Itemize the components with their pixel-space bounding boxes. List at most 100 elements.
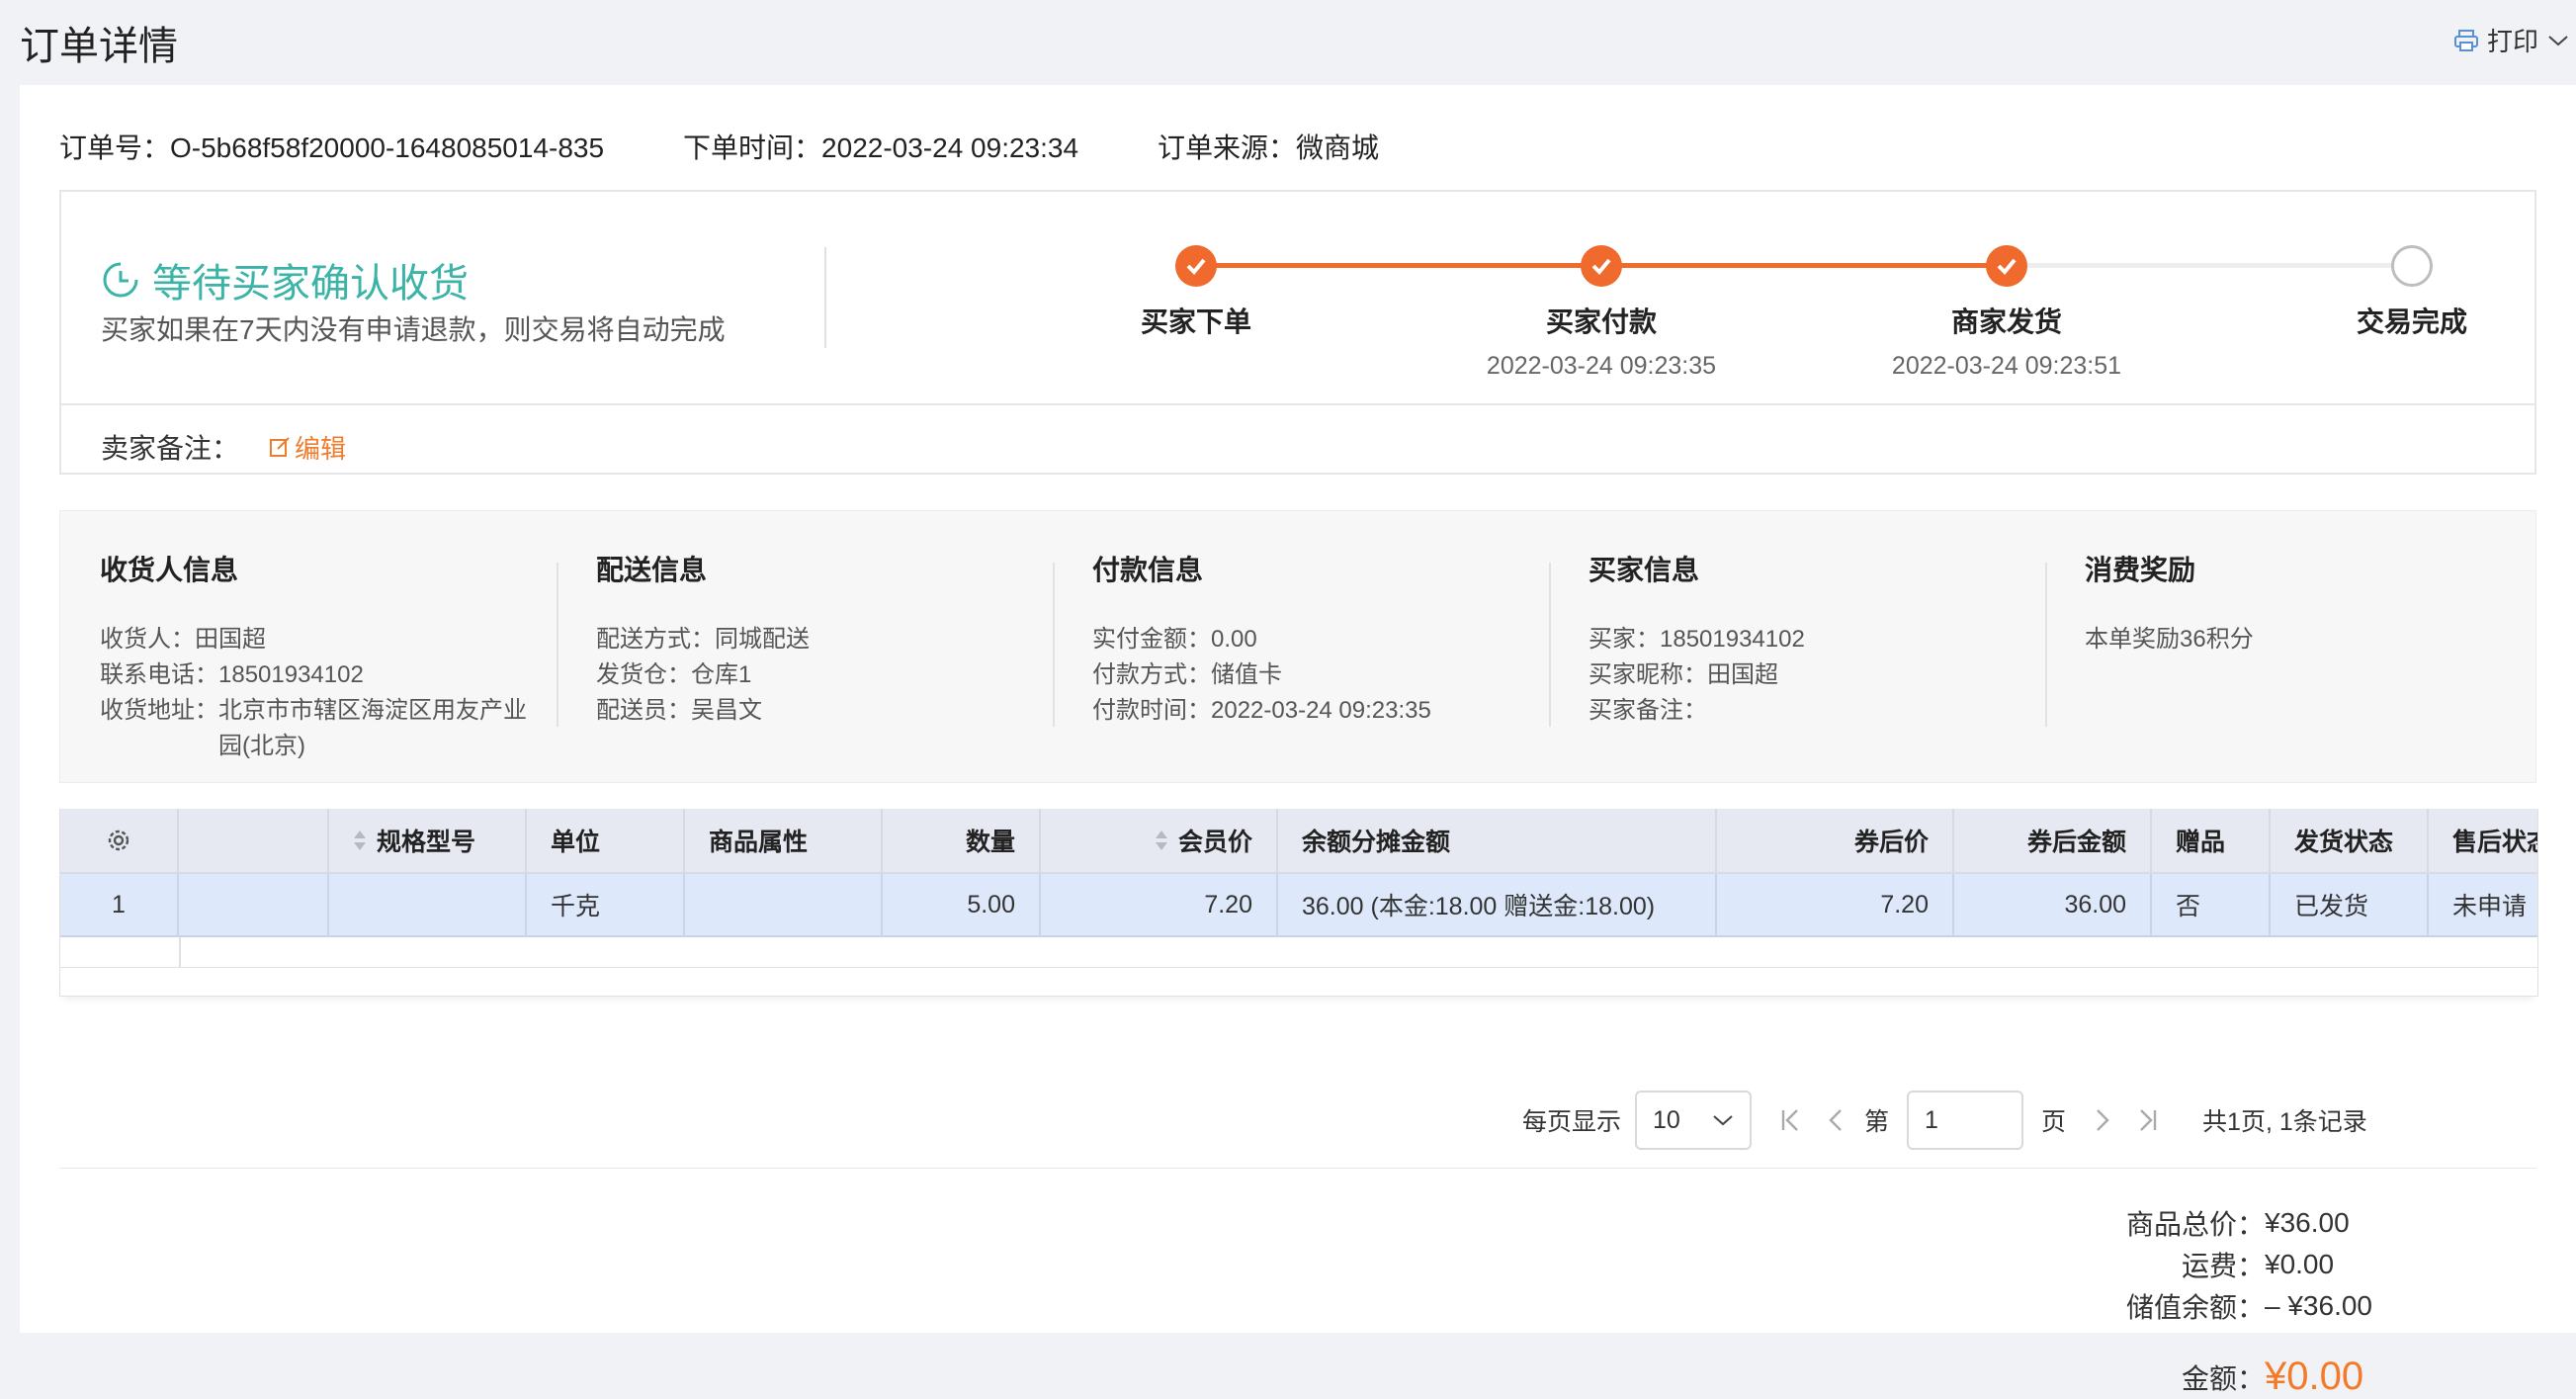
status-description: 买家如果在7天内没有申请退款，则交易将自动完成 — [101, 314, 726, 345]
page-header: 订单详情 打印 — [0, 0, 2576, 85]
cell-after-coupon-amount: 36.00 — [1954, 874, 2152, 935]
payment-info: 付款信息 实付金额： 0.00 付款方式： 储值卡 付款时间： 2022-03-24 … — [1092, 549, 1567, 729]
freight: 运费： ¥0.00 — [2181, 1249, 2335, 1281]
step-paid: 买家付款 2022-03-24 09:23:35 — [1404, 229, 1799, 381]
page-suffix: 页 — [2041, 1108, 2067, 1136]
order-totals: 商品总价： ¥36.00 运费： ¥0.00 储值余额： – ¥36.00 金额： ¥0… — [2126, 1202, 2383, 1399]
pager-nav-next — [2094, 1107, 2159, 1133]
info-divider — [557, 563, 558, 727]
goods-total: 商品总价： ¥36.00 — [2125, 1207, 2350, 1240]
col-after-coupon-amount[interactable]: 券后金额 — [1954, 809, 2152, 872]
status-top: 等待买家确认收货 买家如果在7天内没有申请退款，则交易将自动完成 买家下单 买家… — [61, 192, 2534, 405]
next-page-icon[interactable] — [2094, 1107, 2111, 1133]
cell-blank — [179, 874, 329, 935]
col-unit[interactable]: 单位 — [527, 809, 685, 872]
receiver-info: 收货人信息 收货人： 田国超 联系电话： 18501934102 收货地址： 北京市市… — [100, 549, 535, 764]
empty-circle-icon — [2391, 245, 2433, 287]
step-completed: 交易完成 — [2214, 229, 2576, 340]
clock-icon — [103, 262, 138, 298]
order-detail-panel: 订单号：O-5b68f58f20000-1648085014-835 下单时间：… — [20, 85, 2576, 1398]
last-page-icon[interactable] — [2137, 1107, 2159, 1133]
section-title: 买家信息 — [1589, 555, 1700, 585]
cell-after-coupon-price: 7.20 — [1717, 874, 1954, 935]
pagination: 每页显示 10 第 1 页 共1页, 1条记录 — [1522, 1088, 2367, 1153]
per-page-label: 每页显示 — [1522, 1108, 1622, 1136]
step-label: 商家发货 — [1950, 306, 2062, 337]
final-amount: 金额： ¥0.00 — [2181, 1355, 2364, 1398]
cell-unit: 千克 — [527, 874, 685, 935]
check-icon — [1175, 245, 1217, 287]
remark-label: 卖家备注： — [101, 433, 240, 464]
info-divider — [2045, 563, 2047, 727]
col-balance-split[interactable]: 余额分摊金额 — [1278, 809, 1717, 872]
page-title: 订单详情 — [20, 25, 178, 68]
table-header: 规格型号 单位 商品属性 数量 会员价 余额分摊金额 券后价 券后金额 赠品 发… — [60, 809, 2537, 874]
sort-icon — [354, 831, 366, 850]
order-number: 订单号：O-5b68f58f20000-1648085014-835 — [59, 132, 605, 163]
gear-icon — [108, 830, 129, 851]
cell-member-price: 7.20 — [1041, 874, 1278, 935]
step-label: 买家付款 — [1545, 306, 1657, 337]
info-panel: 收货人信息 收货人： 田国超 联系电话： 18501934102 收货地址： 北京市市… — [59, 510, 2536, 783]
col-gift[interactable]: 赠品 — [2152, 809, 2271, 872]
pager-summary: 共1页, 1条记录 — [2202, 1108, 2367, 1136]
sort-icon — [1155, 831, 1167, 850]
step-label: 买家下单 — [1140, 306, 1251, 337]
print-button[interactable]: 打印 — [2453, 22, 2570, 58]
check-icon — [1581, 245, 1622, 287]
status-title: 等待买家确认收货 — [101, 251, 469, 308]
cell-attr — [685, 874, 883, 935]
cell-after-sale: 未申请 — [2452, 893, 2528, 920]
col-after-sale[interactable]: 售后状态 — [2429, 809, 2537, 872]
settings-column[interactable] — [60, 809, 179, 872]
order-meta: 订单号：O-5b68f58f20000-1648085014-835 下单时间：… — [59, 127, 1379, 166]
step-time: 2022-03-24 09:23:51 — [1891, 352, 2122, 380]
table-row[interactable]: 1 千克 5.00 7.20 36.00 (本金:18.00 赠送金:18.00… — [60, 874, 2537, 937]
section-title: 消费奖励 — [2085, 555, 2196, 585]
table-scroll-area — [60, 968, 2537, 997]
chevron-down-icon — [2548, 35, 2568, 45]
cell-balance-split: 36.00 (本金:18.00 赠送金:18.00) — [1278, 874, 1717, 935]
divider — [59, 1168, 2536, 1169]
per-page-select[interactable]: 10 — [1635, 1091, 1753, 1150]
prev-page-icon[interactable] — [1827, 1107, 1845, 1133]
step-label: 交易完成 — [2356, 306, 2467, 337]
col-spec[interactable]: 规格型号 — [329, 809, 527, 872]
col-blank — [179, 809, 329, 872]
status-divider — [824, 247, 826, 348]
section-title: 付款信息 — [1092, 555, 1204, 585]
pager-nav — [1779, 1107, 1845, 1133]
table-empty-row — [60, 937, 2537, 968]
reward-info: 消费奖励 本单奖励36积分 — [2085, 549, 2559, 657]
print-label: 打印 — [2486, 27, 2538, 56]
cell-gift: 否 — [2152, 874, 2271, 935]
col-member-price[interactable]: 会员价 — [1041, 809, 1278, 872]
info-divider — [1053, 563, 1055, 727]
cell-qty: 5.00 — [883, 874, 1041, 935]
section-title: 收货人信息 — [100, 555, 239, 585]
step-time: 2022-03-24 09:23:35 — [1486, 352, 1717, 380]
order-source: 订单来源：微商城 — [1158, 132, 1380, 163]
col-after-coupon-price[interactable]: 券后价 — [1717, 809, 1954, 872]
order-time: 下单时间：2022-03-24 09:23:34 — [683, 132, 1079, 163]
stored-balance: 储值余额： – ¥36.00 — [2125, 1290, 2372, 1323]
seller-remark: 卖家备注： 编辑 — [101, 427, 346, 467]
edit-remark-button[interactable]: 编辑 — [269, 429, 346, 466]
first-page-icon[interactable] — [1779, 1107, 1801, 1133]
page-prefix: 第 — [1864, 1108, 1890, 1136]
col-ship-status[interactable]: 发货状态 — [2271, 809, 2429, 872]
cell-spec — [329, 874, 527, 935]
col-attr[interactable]: 商品属性 — [685, 809, 883, 872]
cell-ship-status: 已发货 — [2271, 874, 2429, 935]
page-number-input[interactable]: 1 — [1907, 1091, 2024, 1150]
check-icon — [1986, 245, 2027, 287]
delivery-info: 配送信息 配送方式： 同城配送 发货仓： 仓库1 配送员： 吴昌文 — [596, 549, 1071, 729]
col-qty[interactable]: 数量 — [883, 809, 1041, 872]
edit-icon — [270, 437, 290, 457]
step-shipped: 商家发货 2022-03-24 09:23:51 — [1809, 229, 2204, 381]
order-status-box: 等待买家确认收货 买家如果在7天内没有申请退款，则交易将自动完成 买家下单 买家… — [59, 190, 2536, 475]
section-title: 配送信息 — [596, 555, 708, 585]
product-table: 规格型号 单位 商品属性 数量 会员价 余额分摊金额 券后价 券后金额 赠品 发… — [59, 809, 2538, 997]
reward-text: 本单奖励36积分 — [2085, 626, 2254, 653]
info-divider — [1549, 563, 1551, 727]
